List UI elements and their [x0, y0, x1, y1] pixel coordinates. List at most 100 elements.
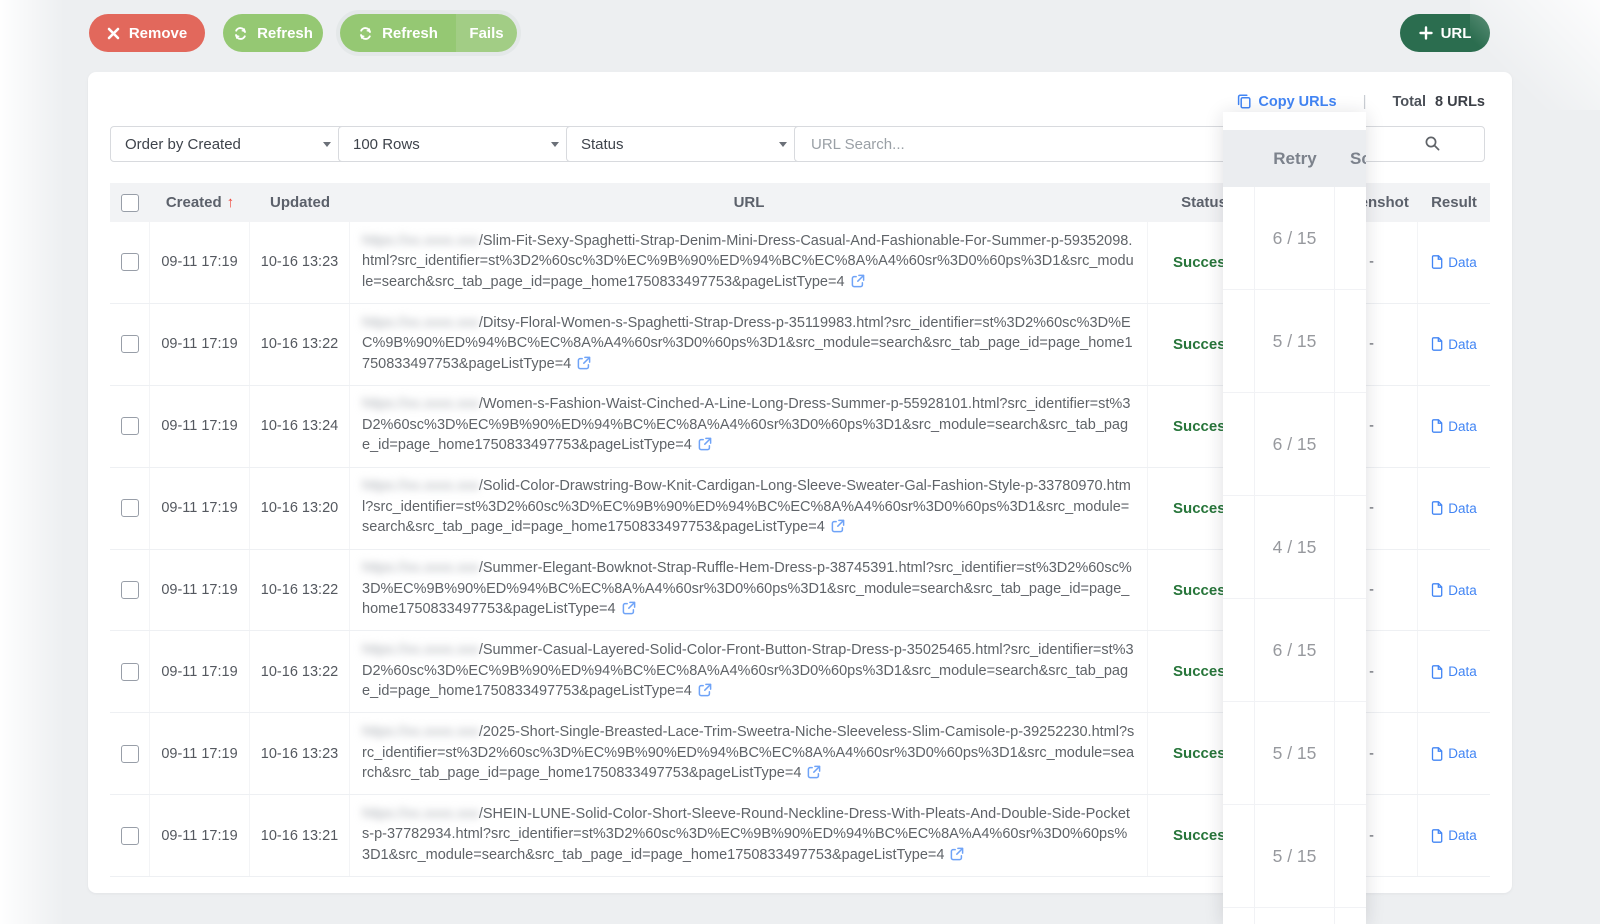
- header-url: URL: [733, 194, 765, 211]
- copy-icon: [1237, 94, 1251, 109]
- row-checkbox[interactable]: [120, 662, 139, 681]
- row-checkbox[interactable]: [120, 253, 139, 272]
- overlay-retry-row: 5 / 15: [1223, 702, 1366, 805]
- chevron-down-icon: [779, 142, 787, 147]
- header-result: Result: [1431, 194, 1477, 211]
- row-checkbox[interactable]: [120, 826, 139, 845]
- row-created: 09-11 17:19: [150, 385, 250, 467]
- data-link-label: Data: [1448, 746, 1477, 762]
- status-filter-select-value: Status: [581, 135, 624, 153]
- row-result-cell: Data: [1418, 795, 1490, 876]
- row-checkbox[interactable]: [120, 335, 139, 354]
- add-url-button[interactable]: URL: [1400, 14, 1490, 52]
- external-link-icon[interactable]: [807, 765, 821, 786]
- external-link-icon[interactable]: [698, 437, 712, 458]
- refresh-button-label: Refresh: [257, 24, 313, 42]
- select-all-checkbox[interactable]: [121, 193, 139, 212]
- remove-button[interactable]: Remove: [89, 14, 205, 52]
- data-link[interactable]: Data: [1431, 746, 1477, 761]
- search-icon[interactable]: [1424, 135, 1441, 152]
- row-url-cell: https://xx.xxxx.xxx/Summer-Casual-Layere…: [350, 631, 1148, 713]
- row-result-cell: Data: [1418, 713, 1490, 794]
- plus-icon: [1418, 26, 1433, 40]
- row-select-cell: [110, 385, 150, 467]
- rows-per-page-select[interactable]: 100 Rows: [338, 126, 573, 162]
- redacted-domain: https://xx.xxxx.xxx: [362, 396, 479, 413]
- row-checkbox[interactable]: [120, 581, 139, 599]
- header-created[interactable]: Created ↑: [150, 194, 250, 211]
- overlay-left-cell: [1223, 599, 1255, 701]
- row-updated: 10-16 13:22: [250, 631, 350, 713]
- sort-ascending-icon[interactable]: ↑: [227, 194, 235, 211]
- overlay-retry-value: 5 / 15: [1255, 805, 1335, 907]
- external-link-icon[interactable]: [577, 356, 591, 377]
- header-updated[interactable]: Updated: [250, 194, 350, 211]
- refresh-icon: [358, 26, 373, 41]
- refresh-fails-fails-label: Fails: [469, 24, 504, 42]
- row-url-cell: https://xx.xxxx.xxx/Slim-Fit-Sexy-Spaghe…: [350, 222, 1148, 303]
- panel-meta-row: Copy URLs | Total 8 URLs: [88, 93, 1485, 110]
- refresh-fails-fails-segment[interactable]: Fails: [456, 14, 517, 52]
- rows-per-page-select-value: 100 Rows: [353, 135, 420, 153]
- data-link[interactable]: Data: [1431, 501, 1477, 516]
- refresh-fails-refresh-label: Refresh: [382, 24, 438, 42]
- data-link[interactable]: Data: [1431, 419, 1477, 434]
- chevron-down-icon: [551, 142, 559, 147]
- data-link-label: Data: [1448, 664, 1477, 680]
- row-checkbox[interactable]: [120, 744, 139, 763]
- row-checkbox[interactable]: [120, 417, 139, 436]
- data-link[interactable]: Data: [1431, 664, 1477, 679]
- data-link[interactable]: Data: [1431, 337, 1477, 352]
- row-select-cell: [110, 222, 150, 303]
- data-link-label: Data: [1448, 254, 1477, 270]
- refresh-icon: [233, 26, 248, 41]
- redacted-domain: https://xx.xxxx.xxx: [362, 232, 479, 249]
- row-result-cell: Data: [1418, 304, 1490, 385]
- overlay-header: Retry Screenshot: [1223, 130, 1366, 187]
- retry-column-drag-overlay[interactable]: Retry Screenshot 6 / 155 / 156 / 154 / 1…: [1223, 112, 1366, 924]
- external-link-icon[interactable]: [950, 847, 964, 868]
- row-checkbox[interactable]: [120, 499, 139, 518]
- refresh-fails-refresh-segment[interactable]: Refresh: [340, 14, 456, 52]
- status-filter-select[interactable]: Status: [566, 126, 801, 162]
- copy-urls-link[interactable]: Copy URLs: [1237, 93, 1337, 110]
- row-url-cell: https://xx.xxxx.xxx/2025-Short-Single-Br…: [350, 713, 1148, 795]
- total-count: 8 URLs: [1435, 93, 1485, 110]
- data-link-label: Data: [1448, 582, 1477, 598]
- external-link-icon[interactable]: [698, 683, 712, 704]
- row-select-cell: [110, 795, 150, 877]
- url-search-box: [794, 126, 1485, 162]
- redacted-domain: https://xx.xxxx.xxx: [362, 642, 479, 659]
- left-edge-glow: [0, 0, 64, 924]
- row-result-cell: Data: [1418, 386, 1490, 467]
- row-created: 09-11 17:19: [150, 549, 250, 631]
- row-select-cell: [110, 467, 150, 549]
- row-result-cell: Data: [1418, 468, 1490, 549]
- url-text-wrap: https://xx.xxxx.xxx/Women-s-Fashion-Wais…: [362, 394, 1135, 458]
- data-link[interactable]: Data: [1431, 828, 1477, 843]
- overlay-left-cell: [1223, 290, 1255, 392]
- overlay-retry-value: 6 / 15: [1255, 599, 1335, 701]
- redacted-domain: https://xx.xxxx.xxx: [362, 560, 479, 577]
- file-icon: [1431, 583, 1443, 597]
- data-link-label: Data: [1448, 828, 1477, 844]
- overlay-retry-row: 6 / 15: [1223, 187, 1366, 290]
- refresh-button[interactable]: Refresh: [223, 14, 323, 52]
- row-select-cell: [110, 631, 150, 713]
- data-link-label: Data: [1448, 500, 1477, 516]
- total-label: Total: [1392, 93, 1427, 110]
- external-link-icon[interactable]: [851, 274, 865, 295]
- refresh-fails-button[interactable]: Refresh Fails: [340, 14, 517, 52]
- overlay-retry-row: 6 / 15: [1223, 393, 1366, 496]
- external-link-icon[interactable]: [622, 601, 636, 622]
- copy-urls-label: Copy URLs: [1258, 93, 1337, 110]
- overlay-left-cell: [1223, 702, 1255, 804]
- overlay-retry-row: 4 / 15: [1223, 496, 1366, 599]
- row-result-cell: Data: [1418, 222, 1490, 303]
- url-search-input[interactable]: [809, 134, 1470, 154]
- external-link-icon[interactable]: [831, 519, 845, 540]
- order-by-select[interactable]: Order by Created: [110, 126, 345, 162]
- data-link[interactable]: Data: [1431, 583, 1477, 598]
- data-link[interactable]: Data: [1431, 255, 1477, 270]
- redacted-domain: https://xx.xxxx.xxx: [362, 478, 479, 495]
